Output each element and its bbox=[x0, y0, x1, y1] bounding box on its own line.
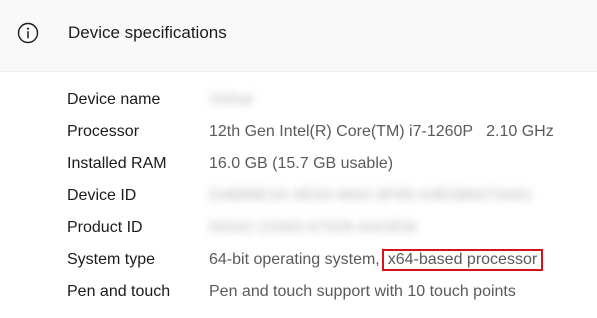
installed-ram-value: 16.0 GB (15.7 GB usable) bbox=[209, 155, 394, 172]
info-icon bbox=[17, 22, 39, 44]
system-type-highlight-box: x64-based processor bbox=[381, 249, 544, 271]
pen-and-touch-value: Pen and touch support with 10 touch poin… bbox=[209, 283, 516, 300]
pen-and-touch-label: Pen and touch bbox=[67, 283, 171, 300]
device-id-label: Device ID bbox=[67, 187, 137, 204]
spec-row-device-name: Device name Vishal bbox=[0, 84, 597, 116]
device-name-label: Device name bbox=[67, 91, 161, 108]
specifications-list: Device name Vishal Processor 12th Gen In… bbox=[0, 84, 597, 308]
device-name-value: Vishal bbox=[209, 91, 253, 108]
installed-ram-label: Installed RAM bbox=[67, 155, 167, 172]
system-type-value: 64-bit operating system, x64-based proces… bbox=[209, 249, 544, 271]
spec-row-pen-and-touch: Pen and touch Pen and touch support with… bbox=[0, 276, 597, 308]
spec-row-product-id: Product ID 00342-22093-67628-AAOEM bbox=[0, 212, 597, 244]
system-type-label: System type bbox=[67, 251, 156, 268]
spec-row-system-type: System type 64-bit operating system, x64-… bbox=[0, 244, 597, 276]
spec-row-device-id: Device ID D4B89E3A-9E59-4662-8F89-A9E5B6… bbox=[0, 180, 597, 212]
processor-value: 12th Gen Intel(R) Core(TM) i7-1260P 2.10… bbox=[209, 123, 554, 140]
page-title: Device specifications bbox=[68, 23, 227, 42]
device-specifications-card: Device specifications Device name Vishal… bbox=[0, 0, 597, 318]
product-id-label: Product ID bbox=[67, 219, 143, 236]
processor-label: Processor bbox=[67, 123, 140, 140]
spec-row-installed-ram: Installed RAM 16.0 GB (15.7 GB usable) bbox=[0, 148, 597, 180]
device-id-value: D4B89E3A-9E59-4662-8F89-A9E5B6079A61 bbox=[209, 187, 533, 204]
product-id-value: 00342-22093-67628-AAOEM bbox=[209, 219, 417, 236]
system-type-os-text: 64-bit operating system, bbox=[209, 251, 380, 268]
spec-row-processor: Processor 12th Gen Intel(R) Core(TM) i7-… bbox=[0, 116, 597, 148]
device-specifications-header[interactable]: Device specifications bbox=[0, 0, 597, 72]
